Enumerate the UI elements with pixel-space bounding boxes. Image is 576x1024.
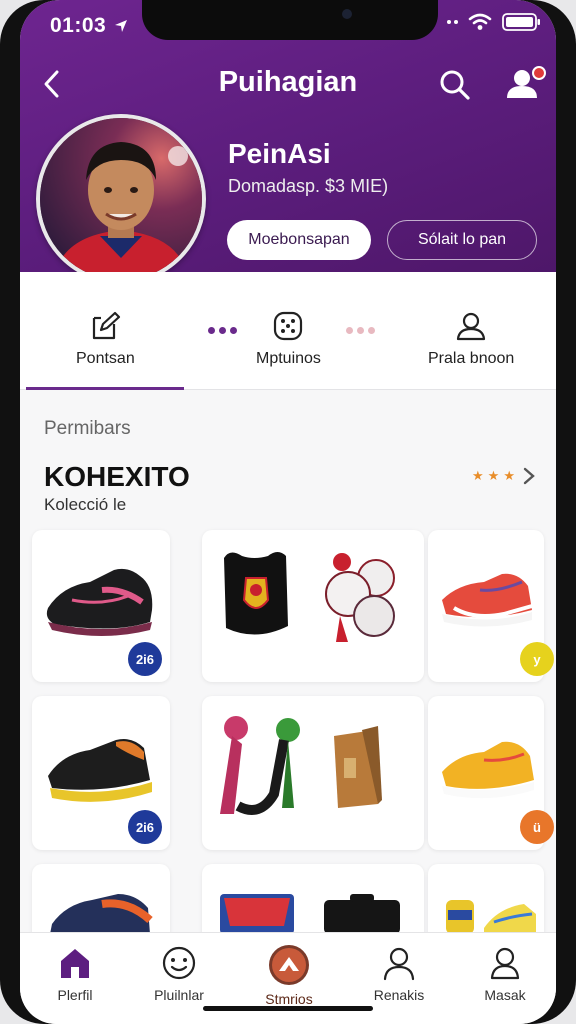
user-outline-icon: [457, 312, 486, 341]
product-card-group-1[interactable]: [202, 530, 424, 682]
account-button[interactable]: [502, 64, 546, 109]
nav-item-pluilnlar[interactable]: Pluilnlar: [134, 945, 224, 1003]
tab-mptuinos[interactable]: Mptuinos: [256, 310, 321, 368]
avatar[interactable]: [36, 114, 206, 284]
profile-name: PeinAsi: [228, 138, 331, 169]
rating-stars: ★ ★ ★: [472, 468, 515, 484]
accessories-image: [446, 900, 536, 934]
status-icons: [447, 12, 542, 32]
see-all-button[interactable]: [522, 466, 536, 491]
star-icon: ★: [503, 468, 515, 483]
nav-item-stmrios[interactable]: Stmrios: [244, 945, 334, 1007]
chevron-right-icon: [523, 467, 535, 485]
notification-badge: [532, 66, 546, 80]
price-badge-yellow: y: [520, 642, 554, 676]
tab-bar: Pontsan Mptuinos Prala bnoon: [20, 272, 556, 390]
rosettes-and-box-image: [220, 716, 382, 815]
tab-pontsan[interactable]: Pontsan: [76, 310, 135, 368]
bag-and-balls-image: [224, 552, 395, 642]
section-label: Permibars: [44, 418, 131, 439]
active-tab-indicator: [26, 387, 184, 390]
tab-prala-bnoon[interactable]: Prala bnoon: [428, 310, 514, 368]
star-icon: ★: [472, 468, 484, 483]
phone-frame: 01:03 Puihagian PeinAsi Domadasp. $3 MIE…: [0, 0, 576, 1024]
arrow-badge-icon: [269, 945, 309, 985]
camera-notch: [142, 0, 438, 40]
edit-document-icon: [93, 311, 121, 340]
price-badge: 2i6: [128, 810, 162, 844]
search-button[interactable]: [438, 68, 472, 107]
search-icon: [440, 70, 470, 100]
collection-subtitle: Kolecció le: [44, 495, 127, 514]
bag-and-case-image: [220, 894, 400, 934]
product-card-group-2[interactable]: [202, 696, 424, 850]
page-title: Puihagian: [218, 66, 358, 98]
product-card-black-pink-sneaker[interactable]: 2i6: [32, 530, 170, 682]
profile-subtitle: Domadasp. $3 MIE): [228, 176, 389, 196]
product-card-red-running-shoes[interactable]: y: [428, 530, 554, 682]
wifi-icon: [468, 13, 492, 30]
star-icon: ★: [487, 468, 500, 483]
sneaker-image-3: [50, 894, 153, 934]
primary-action-button[interactable]: Moebonsapan: [227, 220, 371, 260]
app-screen: 01:03 Puihagian PeinAsi Domadasp. $3 MIE…: [20, 0, 556, 1024]
collection-title: KOHEXITO: [44, 461, 190, 492]
person-icon: [383, 947, 415, 981]
avatar-photo: [40, 118, 202, 280]
home-icon: [61, 949, 89, 978]
nav-item-masak[interactable]: Masak: [460, 945, 550, 1003]
person-outline-icon: [490, 947, 520, 980]
home-indicator: [203, 1006, 373, 1011]
separator-dots-2: [346, 327, 375, 334]
product-card-yellow-running-shoes[interactable]: ü: [428, 696, 554, 850]
price-badge-orange: ü: [520, 810, 554, 844]
secondary-action-button[interactable]: Sólait lo pan: [387, 220, 537, 260]
nav-item-plerfil[interactable]: Plerfil: [30, 945, 120, 1003]
signal-dots-icon: [447, 20, 458, 24]
status-time: 01:03: [50, 14, 129, 38]
battery-icon: [502, 13, 540, 31]
nav-item-renakis[interactable]: Renakis: [354, 945, 444, 1003]
separator-dots: [208, 327, 237, 334]
price-badge: 2i6: [128, 642, 162, 676]
location-arrow-icon: [114, 20, 127, 33]
smile-icon: [162, 946, 196, 980]
product-card-black-yellow-sneaker[interactable]: 2i6: [32, 696, 170, 850]
dice-icon: [274, 311, 303, 341]
